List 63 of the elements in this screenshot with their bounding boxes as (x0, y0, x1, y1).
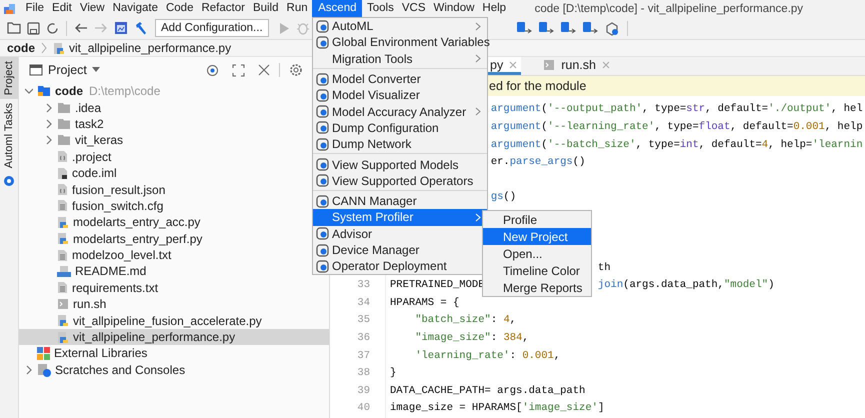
tree-item[interactable]: Scratches and Consoles (19, 362, 329, 378)
code-text: th (598, 260, 611, 276)
menu-item[interactable]: New Project (483, 228, 591, 245)
line-number: 39 (357, 384, 370, 397)
menubar-item[interactable]: View (76, 0, 108, 17)
line-number: 33 (357, 279, 370, 292)
line-number: 35 (357, 314, 370, 326)
menu-item[interactable]: Global Environment Variables (313, 34, 487, 51)
code-text: PRETRAINED_MODE (390, 278, 485, 294)
line-number: 37 (357, 350, 370, 362)
menu-item[interactable]: View Supported Models (313, 156, 487, 173)
menu-item[interactable]: Migration Tools (313, 50, 487, 67)
tree-item[interactable]: External Libraries (19, 345, 329, 362)
menubar-item[interactable]: Help (478, 0, 510, 17)
code-text: DATA_CACHE_PATH= args.data_path (390, 384, 586, 399)
code-text: "batch_size": 4, (415, 313, 516, 328)
code-text: } (390, 366, 396, 382)
line-number: 34 (357, 296, 370, 309)
code-text: er.parse_args() (490, 155, 586, 170)
path-label: D:\temp\code (89, 84, 160, 98)
menu-item[interactable]: CANN Manager (313, 192, 487, 210)
code-text: join(args.data_path,"model") (598, 278, 774, 294)
tree-item[interactable]: vit_allpipeline_fusion_accelerate.py (19, 312, 329, 329)
window-title: code [D:\temp\code] - vit_allpipeline_performance.py (534, 2, 804, 14)
menu-item[interactable]: AutoML (313, 18, 487, 34)
line-number: 40 (357, 402, 370, 414)
tool-window-tab[interactable]: Automl Tasks (0, 99, 18, 172)
breadcrumb-item[interactable]: code (7, 41, 36, 55)
menu-item[interactable]: System Profiler (313, 209, 487, 226)
code-text: argument('--output_path', type=str, default='./output', hel (490, 102, 863, 118)
code-text: "image_size": 384, (415, 331, 529, 346)
menubar-item[interactable]: Run (283, 0, 312, 17)
menubar-item[interactable]: Code (162, 0, 197, 17)
menubar-item[interactable]: Refactor (198, 0, 248, 17)
menubar-item[interactable]: File (22, 0, 48, 17)
run-configuration-dropdown[interactable]: Add Configuration... (155, 19, 269, 37)
tree-item[interactable]: run.sh (19, 296, 329, 312)
editor-tab[interactable]: py (486, 57, 522, 76)
menubar-item[interactable]: VCS (398, 0, 429, 17)
menu-item[interactable]: Dump Network (313, 136, 487, 152)
code-text: 'learning_rate': 0.001, (415, 348, 560, 364)
line-number: 38 (357, 367, 370, 380)
code-text: image_size = HPARAMS['image_size'] (390, 401, 604, 416)
menubar-item[interactable]: Build (249, 0, 282, 17)
breadcrumb-item[interactable]: vit_allpipeline_performance.py (69, 41, 232, 55)
panel-title[interactable]: Project (48, 63, 87, 77)
menubar-item[interactable]: Edit (48, 0, 76, 17)
menubar-item[interactable]: Window (430, 0, 478, 17)
menubar-item[interactable]: Navigate (109, 0, 162, 17)
code-text: HPARAMS = { (390, 296, 460, 311)
tree-item[interactable]: requirements.txt (19, 280, 329, 296)
menu-item[interactable]: Merge Reports (483, 279, 591, 296)
menu-item[interactable]: Model Converter (313, 70, 487, 88)
line-number: 36 (357, 332, 370, 344)
menubar-item[interactable]: Ascend (312, 0, 362, 17)
code-text: argument('--batch_size', type=int, default=4, help='learnin (490, 138, 863, 152)
editor-tab[interactable]: run.sh (539, 57, 614, 76)
code-text: gs() (490, 190, 516, 206)
code-text: argument('--learning_rate', type=float, default=0.001, help (490, 120, 863, 135)
menubar-item[interactable]: Tools (363, 0, 398, 17)
menu-item[interactable]: View Supported Operators (313, 172, 487, 189)
tool-window-tab[interactable]: Project (0, 57, 18, 100)
tree-item[interactable]: vit_allpipeline_performance.py (19, 328, 329, 346)
